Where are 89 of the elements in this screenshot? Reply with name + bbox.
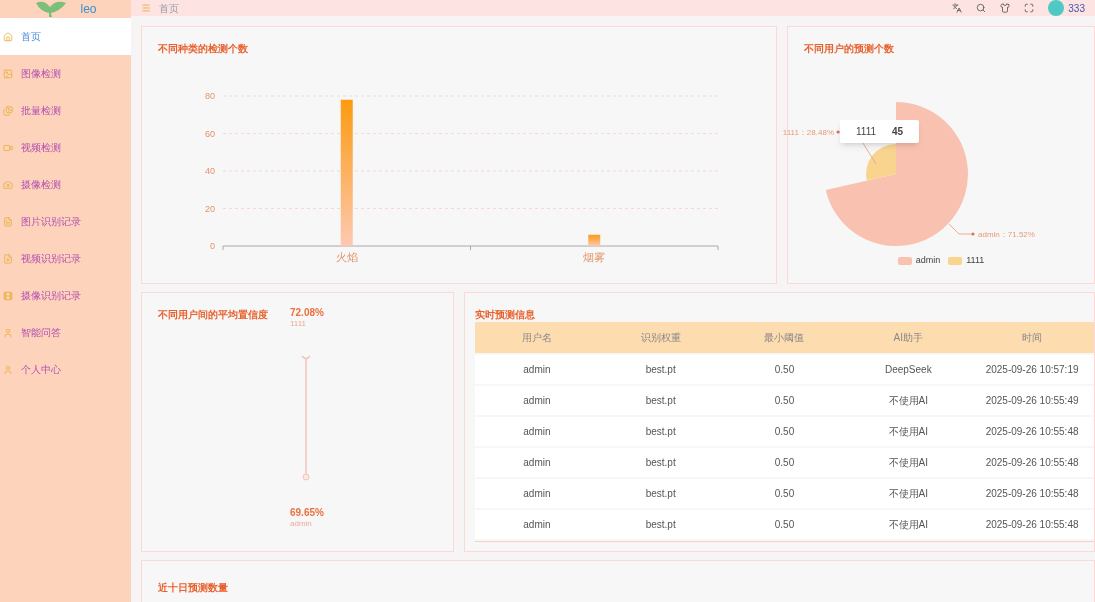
user-name: 1111 xyxy=(290,319,306,329)
table-cell-text: 不使用AI xyxy=(887,456,929,470)
table-cell-text: admin xyxy=(522,425,552,439)
slice-label: 1111：28.48% xyxy=(782,128,834,137)
logo-text: leo xyxy=(80,3,97,15)
axis-tick-label: 20 xyxy=(205,203,215,214)
document-icon xyxy=(3,216,13,227)
table-cell-text: 2025-09-26 10:55:48 xyxy=(984,425,1080,439)
table-cell-text: best.pt xyxy=(644,487,677,501)
axis-tick-label: 80 xyxy=(205,91,215,101)
table-cell-text: best.pt xyxy=(644,394,677,408)
home-icon xyxy=(3,31,13,42)
sidebar-item[interactable]: 摄像检测 xyxy=(0,166,131,203)
table-cell-text: admin xyxy=(522,518,552,532)
table-cell-text: DeepSeek xyxy=(883,363,933,377)
avatar[interactable] xyxy=(1048,0,1065,16)
table-cell-text: 2025-09-26 10:55:48 xyxy=(984,487,1080,501)
images-icon xyxy=(3,105,13,116)
table-cell-text: 不使用AI xyxy=(887,394,929,408)
sidebar-item[interactable]: 智能问答 xyxy=(0,314,131,351)
bar xyxy=(588,234,601,246)
document-icon xyxy=(3,253,13,264)
table-cell-text: admin xyxy=(522,456,552,470)
axis-category-label: 火焰 xyxy=(335,251,358,263)
video-icon xyxy=(3,142,13,153)
column-header: AI助手 xyxy=(892,331,924,345)
sidebar-item[interactable]: 视频检测 xyxy=(0,129,131,166)
fullscreen-icon[interactable] xyxy=(1024,3,1035,13)
table-cell-text: admin xyxy=(522,487,552,501)
column-header: 时间 xyxy=(1021,331,1044,345)
column-header: 最小阈值 xyxy=(763,331,806,345)
table-cell-text: 2025-09-26 10:55:48 xyxy=(984,518,1080,532)
card-title: 实时预测信息 xyxy=(475,308,536,322)
axis-category-label: 烟雾 xyxy=(583,251,606,263)
user-icon xyxy=(3,327,13,338)
table-cell-text: 不使用AI xyxy=(887,487,929,501)
legend-label[interactable]: 1111 xyxy=(966,254,985,268)
table-cell-text: best.pt xyxy=(644,518,677,532)
legend-label[interactable]: admin xyxy=(915,254,941,268)
legend-swatch[interactable] xyxy=(948,256,963,265)
user-icon xyxy=(3,364,13,375)
table-cell-text: best.pt xyxy=(644,456,677,470)
table-cell-text: 0.50 xyxy=(773,394,796,408)
table-cell-text: 2025-09-26 10:55:49 xyxy=(984,394,1080,408)
card-title: 不同用户间的平均置信度 xyxy=(158,308,268,322)
card-title: 不同用户的预测个数 xyxy=(804,42,895,56)
table-cell-text: 0.50 xyxy=(773,518,796,532)
table-cell-text: 0.50 xyxy=(773,487,796,501)
camera-icon xyxy=(3,179,13,190)
shirt-icon[interactable] xyxy=(1000,3,1011,13)
leaf-logo-icon xyxy=(34,1,69,17)
sidebar-item[interactable]: 视频识别记录 xyxy=(0,240,131,277)
sidebar-item[interactable]: 批量检测 xyxy=(0,92,131,129)
sidebar-item[interactable]: 首页 xyxy=(0,18,131,55)
sidebar-item[interactable]: 个人中心 xyxy=(0,351,131,388)
column-header: 识别权重 xyxy=(639,331,682,345)
user-name: admin xyxy=(290,519,312,529)
axis-tick-label: 60 xyxy=(205,128,215,139)
table-cell-text: best.pt xyxy=(644,363,677,377)
translate-icon[interactable] xyxy=(952,3,963,13)
table-cell-text: best.pt xyxy=(644,425,677,439)
column-header: 用户名 xyxy=(520,331,553,345)
search-icon[interactable] xyxy=(976,3,987,13)
table-cell-text: admin xyxy=(522,363,552,377)
film-icon xyxy=(3,290,13,301)
legend-swatch[interactable] xyxy=(897,256,912,265)
table-cell-text: 0.50 xyxy=(773,425,796,439)
axis-tick-label: 0 xyxy=(210,241,215,251)
username[interactable]: 333 xyxy=(1068,0,1085,16)
table-cell-text: 0.50 xyxy=(773,456,796,470)
table-cell-text: 2025-09-26 10:55:48 xyxy=(984,456,1080,470)
card-title: 近十日预测数量 xyxy=(158,582,228,593)
table-cell-text: 不使用AI xyxy=(887,518,929,532)
sidebar-item[interactable]: 摄像识别记录 xyxy=(0,277,131,314)
sidebar-item[interactable]: 图像检测 xyxy=(0,55,131,92)
table-cell-text: 不使用AI xyxy=(887,425,929,439)
leader-line xyxy=(948,223,975,236)
image-icon xyxy=(3,68,13,79)
sidebar-item[interactable]: 图片识别记录 xyxy=(0,203,131,240)
breadcrumb[interactable]: 首页 xyxy=(159,0,179,16)
axis-tick-label: 40 xyxy=(205,166,215,176)
table-cell-text: 0.50 xyxy=(773,363,796,377)
table-cell-text: 2025-09-26 10:57:19 xyxy=(984,363,1080,377)
slice-label: admin：71.52% xyxy=(978,230,1035,239)
table-cell-text: admin xyxy=(522,394,552,408)
confidence-value: 69.65% xyxy=(290,507,324,519)
confidence-value: 72.08% xyxy=(290,307,324,319)
tooltip: 1111 45 xyxy=(840,120,920,143)
card-title: 不同种类的检测个数 xyxy=(158,42,249,56)
